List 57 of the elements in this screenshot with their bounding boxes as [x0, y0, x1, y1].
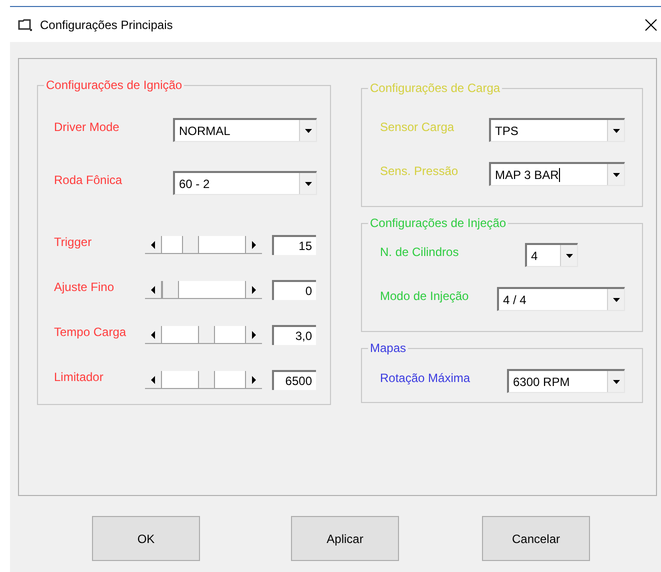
- group-title: Configurações de Injeção: [368, 215, 508, 231]
- dropdown-value: 6300 RPM: [513, 374, 570, 390]
- window-app-icon: [18, 18, 32, 30]
- dropdown-arrow-icon: [612, 380, 620, 384]
- dropdown-value: TPS: [495, 122, 518, 140]
- dropdown[interactable]: TPS: [489, 118, 625, 142]
- field-label: Rotação Máxima: [380, 370, 472, 387]
- dialog-button[interactable]: Aplicar: [291, 516, 399, 561]
- dialog-button[interactable]: OK: [92, 516, 200, 561]
- group-title: Configurações de Carga: [368, 80, 502, 96]
- slider-thumb[interactable]: [198, 326, 216, 343]
- dropdown-arrow-icon: [612, 298, 620, 302]
- dialog-button[interactable]: Cancelar: [482, 516, 590, 561]
- field-label: Tempo Carga: [54, 324, 128, 341]
- value-field[interactable]: 0: [272, 280, 316, 300]
- value-field[interactable]: 3,0: [272, 325, 316, 345]
- right-arrow-icon: [252, 240, 256, 248]
- dropdown-value: 4: [531, 248, 538, 264]
- field-label: Driver Mode: [54, 119, 120, 136]
- dropdown[interactable]: 4: [525, 243, 578, 267]
- group-title: Configurações de Ignição: [44, 77, 184, 93]
- dropdown[interactable]: 6300 RPM: [507, 369, 625, 393]
- dropdown-arrow-icon: [304, 182, 312, 186]
- slider-thumb[interactable]: [182, 236, 199, 253]
- dropdown[interactable]: 60 - 2: [173, 171, 317, 195]
- dropdown-value: 4 / 4: [503, 292, 526, 308]
- dropdown[interactable]: 4 / 4: [497, 287, 625, 311]
- field-label: Sens. Pressão: [380, 163, 460, 180]
- dropdown-value: NORMAL: [179, 122, 230, 140]
- field-label: Sensor Carga: [380, 119, 456, 136]
- dropdown-arrow-icon: [612, 172, 620, 176]
- close-icon[interactable]: [645, 18, 657, 30]
- dropdown-value: MAP 3 BAR: [495, 166, 559, 184]
- dropdown-arrow-icon: [304, 128, 312, 132]
- value-field[interactable]: 15: [272, 235, 316, 255]
- window-title: Configurações Principais: [40, 16, 173, 34]
- dropdown[interactable]: NORMAL: [173, 118, 317, 142]
- field-label: Trigger: [54, 234, 93, 251]
- slider-thumb[interactable]: [198, 371, 216, 388]
- field-label: Roda Fônica: [54, 172, 124, 189]
- left-arrow-icon: [151, 330, 155, 338]
- left-arrow-icon: [151, 240, 155, 248]
- dropdown-value: 60 - 2: [179, 176, 210, 192]
- right-arrow-icon: [252, 286, 256, 294]
- value-field[interactable]: 6500: [272, 370, 316, 390]
- left-arrow-icon: [151, 286, 155, 294]
- dropdown[interactable]: MAP 3 BAR: [489, 162, 625, 186]
- left-arrow-icon: [151, 376, 155, 384]
- field-label: Limitador: [54, 369, 104, 386]
- right-arrow-icon: [252, 376, 256, 384]
- dropdown-arrow-icon: [612, 128, 620, 132]
- field-label: Ajuste Fino: [54, 279, 116, 296]
- right-arrow-icon: [252, 330, 256, 338]
- field-label: N. de Cilindros: [380, 244, 460, 261]
- slider-thumb[interactable]: [162, 281, 179, 298]
- dropdown-arrow-icon: [566, 254, 572, 258]
- field-label: Modo de Injeção: [380, 288, 470, 305]
